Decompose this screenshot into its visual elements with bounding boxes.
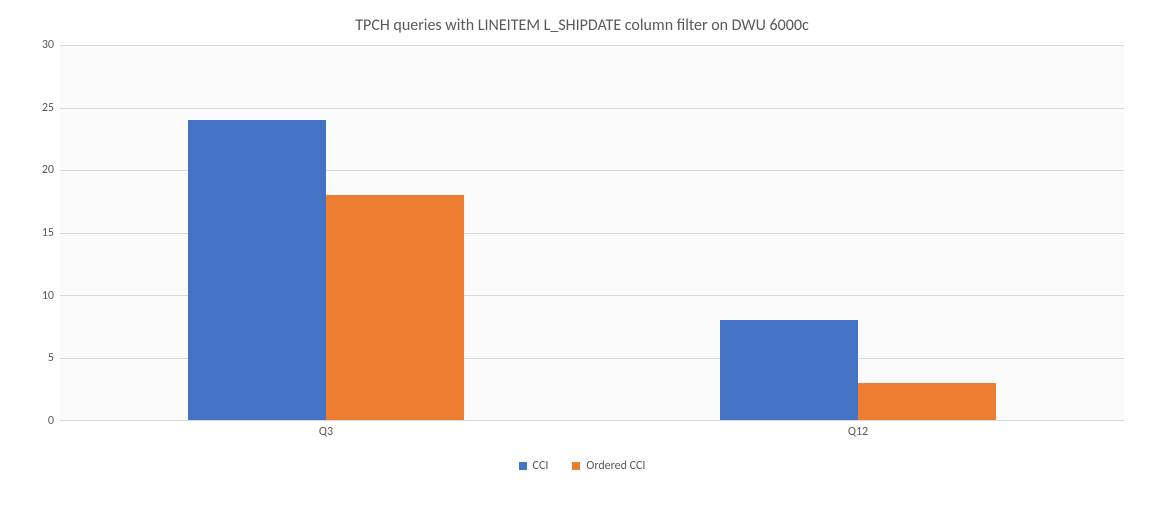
plot-area: [60, 45, 1124, 421]
y-tick-label: 25: [20, 101, 54, 115]
chart-container: TPCH queries with LINEITEM L_SHIPDATE co…: [0, 0, 1164, 516]
y-tick-label: 10: [20, 289, 54, 303]
y-tick-label: 0: [20, 414, 54, 428]
legend-label: CCI: [533, 459, 549, 473]
legend-swatch: [519, 462, 527, 470]
legend-label: Ordered CCI: [586, 459, 645, 473]
y-tick-label: 15: [20, 226, 54, 240]
x-tick-label: Q3: [319, 425, 333, 439]
legend-item-cci: CCI: [519, 459, 549, 473]
legend-swatch: [572, 462, 580, 470]
bar-cci-q3: [188, 120, 326, 420]
y-axis-ticks: 051015202530: [20, 45, 54, 421]
bar-ordered-cci-q12: [858, 383, 996, 421]
chart-bars: [60, 45, 1124, 420]
y-tick-label: 30: [20, 38, 54, 52]
x-tick-label: Q12: [848, 425, 868, 439]
y-tick-label: 20: [20, 163, 54, 177]
plot-frame: 051015202530 Q3Q12: [60, 45, 1124, 445]
y-tick-label: 5: [20, 351, 54, 365]
bar-cci-q12: [720, 320, 858, 420]
chart-legend: CCI Ordered CCI: [20, 459, 1144, 473]
chart-title: TPCH queries with LINEITEM L_SHIPDATE co…: [20, 16, 1144, 35]
x-axis-labels: Q3 Q12: [60, 425, 1124, 445]
legend-item-ordered-cci: Ordered CCI: [572, 459, 645, 473]
bar-ordered-cci-q3: [326, 195, 464, 420]
